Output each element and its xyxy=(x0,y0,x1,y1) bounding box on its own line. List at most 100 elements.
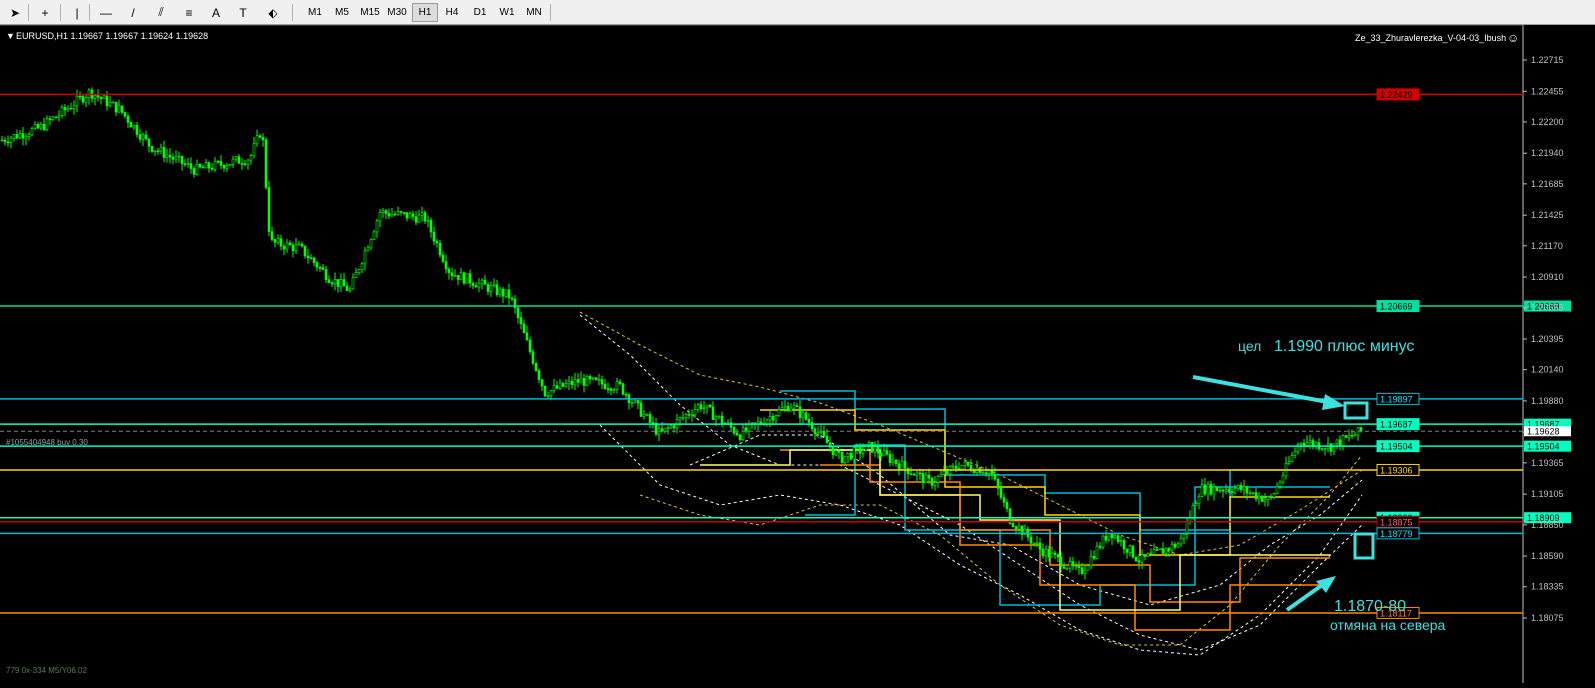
candle-body xyxy=(1065,567,1069,570)
candle-body xyxy=(1329,443,1333,452)
candle-body xyxy=(300,243,304,247)
timeframe-h4[interactable]: H4 xyxy=(439,3,465,22)
price-chart[interactable]: 1.224291.20669 1.206691.198971.19687 1.196… xyxy=(0,24,1595,683)
candle-body xyxy=(258,135,262,138)
candle-body xyxy=(537,370,541,380)
timeframe-m5[interactable]: M5 xyxy=(329,3,355,22)
trendline-icon[interactable]: / xyxy=(122,3,144,22)
candle-body xyxy=(633,400,637,403)
candle-body xyxy=(699,404,703,410)
candle-body xyxy=(891,459,895,463)
candle-body xyxy=(912,473,916,476)
candle-body xyxy=(624,393,628,396)
candle-body xyxy=(93,95,97,99)
timeframe-mn[interactable]: MN xyxy=(521,3,547,22)
candle-body xyxy=(486,284,490,292)
candle-body xyxy=(759,421,763,424)
candle-body xyxy=(768,416,772,421)
shapes-dropdown-icon[interactable]: ⬖ xyxy=(262,3,284,22)
candle-body xyxy=(117,105,121,113)
candle-body xyxy=(885,450,889,455)
candle-body xyxy=(1347,434,1351,438)
candle-body xyxy=(1125,548,1129,553)
candle-body xyxy=(1275,486,1279,494)
candle-body xyxy=(54,116,58,119)
candle-body xyxy=(153,150,157,153)
timeframe-h1[interactable]: H1 xyxy=(412,3,438,22)
axis-level-text: 1.19504 xyxy=(1527,442,1560,452)
candle-body xyxy=(417,214,421,223)
candle-body xyxy=(141,134,145,140)
price-tick-label: 1.18590 xyxy=(1531,551,1564,561)
symbol-dropdown-icon[interactable]: ▼ xyxy=(6,31,15,41)
candle-body xyxy=(465,273,469,284)
timeframe-w1[interactable]: W1 xyxy=(494,3,520,22)
candle-body xyxy=(339,279,343,287)
candle-body xyxy=(531,351,535,364)
candle-body xyxy=(291,244,295,251)
candle-body xyxy=(966,461,970,466)
candle-body xyxy=(789,407,793,412)
fibonacci-fan-icon[interactable]: ⫽ xyxy=(150,3,172,22)
candle-body xyxy=(732,427,736,434)
candle-body xyxy=(432,231,436,242)
target-prefix: цел xyxy=(1238,338,1261,354)
candle-body xyxy=(504,289,508,297)
candle-body xyxy=(69,107,73,110)
candle-body xyxy=(990,470,994,475)
candle-body xyxy=(144,134,148,140)
candle-body xyxy=(591,377,595,380)
candle-body xyxy=(780,407,784,410)
candle-body xyxy=(1254,492,1258,500)
horizontal-line-icon[interactable]: — xyxy=(95,3,117,22)
timeframe-m15[interactable]: M15 xyxy=(357,3,383,22)
candle-body xyxy=(294,244,298,251)
candle-body xyxy=(288,242,292,246)
candle-body xyxy=(1038,542,1042,550)
candle-body xyxy=(1305,442,1309,446)
chart-area[interactable]: 1.22429 1.20669 1.20669 1.19897 1.19687 1.196… xyxy=(0,24,1595,683)
candle-body xyxy=(183,163,187,166)
text-label-icon[interactable]: T xyxy=(232,3,254,22)
candle-body xyxy=(783,405,787,409)
candle-body xyxy=(1281,475,1285,483)
candle-body xyxy=(960,464,964,470)
price-tick-label: 1.22715 xyxy=(1531,55,1564,65)
candle-body xyxy=(831,446,835,456)
candle-body xyxy=(1206,483,1210,495)
candle-body xyxy=(1140,554,1144,563)
candle-body xyxy=(30,128,34,136)
candle-body xyxy=(606,388,610,390)
candle-body xyxy=(447,268,451,274)
candle-body xyxy=(1143,554,1147,557)
crosshair-icon[interactable]: + xyxy=(34,3,56,22)
candle-body xyxy=(525,332,529,341)
candle-body xyxy=(306,255,310,259)
candle-body xyxy=(651,422,655,424)
candle-body xyxy=(1191,505,1195,518)
candle-body xyxy=(858,447,862,454)
candle-body xyxy=(666,427,670,430)
candle-body xyxy=(1029,536,1033,544)
timeframe-d1[interactable]: D1 xyxy=(467,3,493,22)
candle-body xyxy=(441,254,445,262)
cursor-icon[interactable]: ➤ xyxy=(4,3,26,22)
price-level-tag-text: 1.22429 xyxy=(1380,90,1413,100)
timeframe-m1[interactable]: M1 xyxy=(302,3,328,22)
candle-body xyxy=(33,123,37,129)
vertical-line-icon[interactable]: | xyxy=(66,3,88,22)
candle-body xyxy=(273,239,277,243)
candle-body xyxy=(126,115,130,123)
candle-body xyxy=(1338,439,1342,447)
candle-body xyxy=(360,263,364,270)
fibonacci-retracement-icon[interactable]: ≡ xyxy=(178,3,200,22)
candle-body xyxy=(1209,483,1213,495)
text-tool-icon[interactable]: A xyxy=(205,3,227,22)
timeframe-m30[interactable]: M30 xyxy=(384,3,410,22)
candle-body xyxy=(894,459,898,465)
candle-body xyxy=(1164,547,1168,554)
candle-body xyxy=(207,162,211,169)
candle-body xyxy=(1218,489,1222,492)
candle-body xyxy=(792,405,796,409)
candle-body xyxy=(747,423,751,432)
